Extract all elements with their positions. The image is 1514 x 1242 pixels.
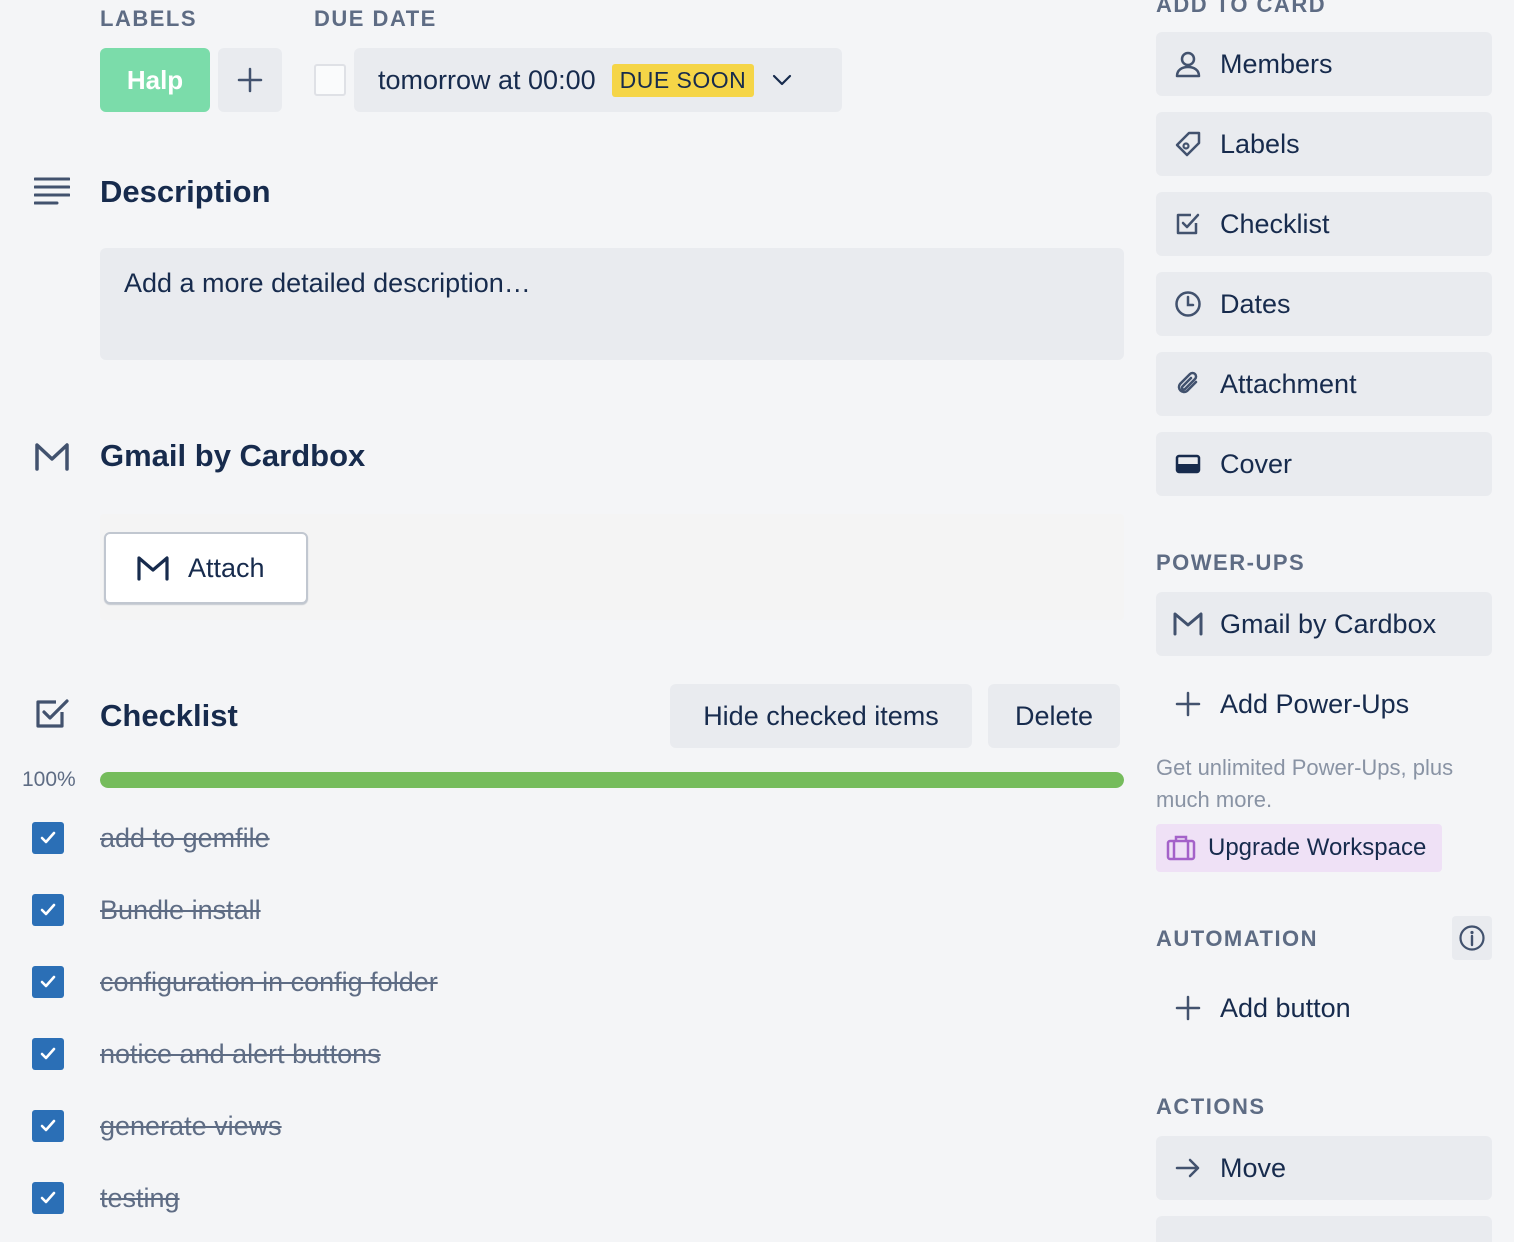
dates-button[interactable]: Dates xyxy=(1156,272,1492,336)
info-icon xyxy=(1459,925,1485,951)
due-complete-checkbox[interactable] xyxy=(314,64,346,96)
checkmark-icon xyxy=(40,1047,56,1060)
checklist-item-text[interactable]: Bundle install xyxy=(100,895,261,926)
checklist-item-text[interactable]: notice and alert buttons xyxy=(100,1039,381,1070)
move-button[interactable]: Move xyxy=(1156,1136,1492,1200)
dates-label: Dates xyxy=(1220,288,1291,319)
plus-icon xyxy=(237,67,263,93)
labels-label: Labels xyxy=(1220,128,1300,159)
copy-button[interactable] xyxy=(1156,1216,1492,1242)
clock-icon xyxy=(1172,288,1204,320)
plus-icon xyxy=(1172,992,1204,1024)
upgrade-workspace-label: Upgrade Workspace xyxy=(1208,834,1427,861)
briefcase-icon xyxy=(1166,835,1196,861)
upgrade-workspace-button[interactable]: Upgrade Workspace xyxy=(1156,824,1442,872)
gmail-icon xyxy=(34,442,70,477)
checkbox-checked[interactable] xyxy=(32,1110,64,1142)
cover-label: Cover xyxy=(1220,448,1293,479)
checklist-item-text[interactable]: configuration in config folder xyxy=(100,967,438,998)
arrow-right-icon xyxy=(1172,1152,1204,1184)
checklist-item[interactable]: testing xyxy=(32,1178,180,1218)
cover-icon xyxy=(1172,448,1204,480)
plus-icon xyxy=(1172,688,1204,720)
checkmark-icon xyxy=(40,1191,56,1204)
label-chip-halp[interactable]: Halp xyxy=(100,48,210,112)
checkbox-checked[interactable] xyxy=(32,1038,64,1070)
delete-checklist-button[interactable]: Delete xyxy=(988,684,1120,748)
description-icon xyxy=(33,176,71,213)
checkmark-icon xyxy=(40,975,56,988)
members-button[interactable]: Members xyxy=(1156,32,1492,96)
checklist-item-text[interactable]: generate views xyxy=(100,1111,282,1142)
checkbox-checked[interactable] xyxy=(32,894,64,926)
upgrade-promo-text: Get unlimited Power-Ups, plus much more. xyxy=(1156,755,1454,812)
add-powerups-label: Add Power-Ups xyxy=(1220,688,1410,719)
due-date-button[interactable]: tomorrow at 00:00 DUE SOON xyxy=(354,48,842,112)
checklist-progress-bar xyxy=(100,772,1124,788)
checklist-item[interactable]: Bundle install xyxy=(32,890,261,930)
checkmark-icon xyxy=(40,831,56,844)
checkmark-icon xyxy=(40,1119,56,1132)
automation-caption: AUTOMATION xyxy=(1156,926,1319,951)
add-button-label: Add button xyxy=(1220,992,1351,1023)
attach-label: Attach xyxy=(188,552,265,583)
add-button-button[interactable]: Add button xyxy=(1156,976,1492,1040)
due-date-caption: DUE DATE xyxy=(314,6,437,31)
paperclip-icon xyxy=(1172,368,1204,400)
checklist-percent: 100% xyxy=(22,768,76,791)
attachment-label: Attachment xyxy=(1220,368,1357,399)
members-label: Members xyxy=(1220,48,1333,79)
checklist-icon xyxy=(34,696,70,737)
description-input[interactable]: Add a more detailed description… xyxy=(100,248,1124,360)
checklist-label: Checklist xyxy=(1220,208,1330,239)
checklist-title: Checklist xyxy=(100,698,238,733)
copy-icon xyxy=(1172,1220,1204,1242)
chevron-down-icon xyxy=(770,68,794,92)
cover-button[interactable]: Cover xyxy=(1156,432,1492,496)
checklist-item-text[interactable]: add to gemfile xyxy=(100,823,270,854)
add-powerups-button[interactable]: Add Power-Ups xyxy=(1156,672,1492,736)
person-icon xyxy=(1172,48,1204,80)
due-date-text: tomorrow at 00:00 xyxy=(378,64,596,95)
checkbox-checked[interactable] xyxy=(32,1182,64,1214)
move-label: Move xyxy=(1220,1152,1287,1183)
gmail-powerup-label: Gmail by Cardbox xyxy=(1220,608,1437,639)
checklist-item[interactable]: generate views xyxy=(32,1106,282,1146)
checkmark-icon xyxy=(40,903,56,916)
gmail-title: Gmail by Cardbox xyxy=(100,438,366,473)
description-title: Description xyxy=(100,174,271,209)
labels-caption: LABELS xyxy=(100,6,197,31)
checklist-progress-fill xyxy=(100,772,1124,788)
checklist-item[interactable]: notice and alert buttons xyxy=(32,1034,381,1074)
checkbox-icon xyxy=(1172,208,1204,240)
gmail-powerup-button[interactable]: Gmail by Cardbox xyxy=(1156,592,1492,656)
due-soon-badge: DUE SOON xyxy=(611,63,755,97)
actions-caption: ACTIONS xyxy=(1156,1094,1266,1119)
attach-button[interactable]: Attach xyxy=(104,532,308,604)
gmail-icon xyxy=(137,556,169,581)
add-label-button[interactable] xyxy=(218,48,282,112)
automation-info-button[interactable] xyxy=(1452,916,1492,960)
checklist-button[interactable]: Checklist xyxy=(1156,192,1492,256)
attachment-button[interactable]: Attachment xyxy=(1156,352,1492,416)
checkbox-checked[interactable] xyxy=(32,822,64,854)
powerups-caption: POWER-UPS xyxy=(1156,550,1306,575)
hide-checked-items-button[interactable]: Hide checked items xyxy=(670,684,972,748)
gmail-icon xyxy=(1172,608,1204,640)
tag-icon xyxy=(1172,128,1204,160)
checkbox-checked[interactable] xyxy=(32,966,64,998)
checklist-item[interactable]: configuration in config folder xyxy=(32,962,438,1002)
checklist-item[interactable]: add to gemfile xyxy=(32,818,270,858)
add-to-card-caption: ADD TO CARD xyxy=(1156,0,1327,17)
labels-button[interactable]: Labels xyxy=(1156,112,1492,176)
checklist-item-text[interactable]: testing xyxy=(100,1183,180,1214)
